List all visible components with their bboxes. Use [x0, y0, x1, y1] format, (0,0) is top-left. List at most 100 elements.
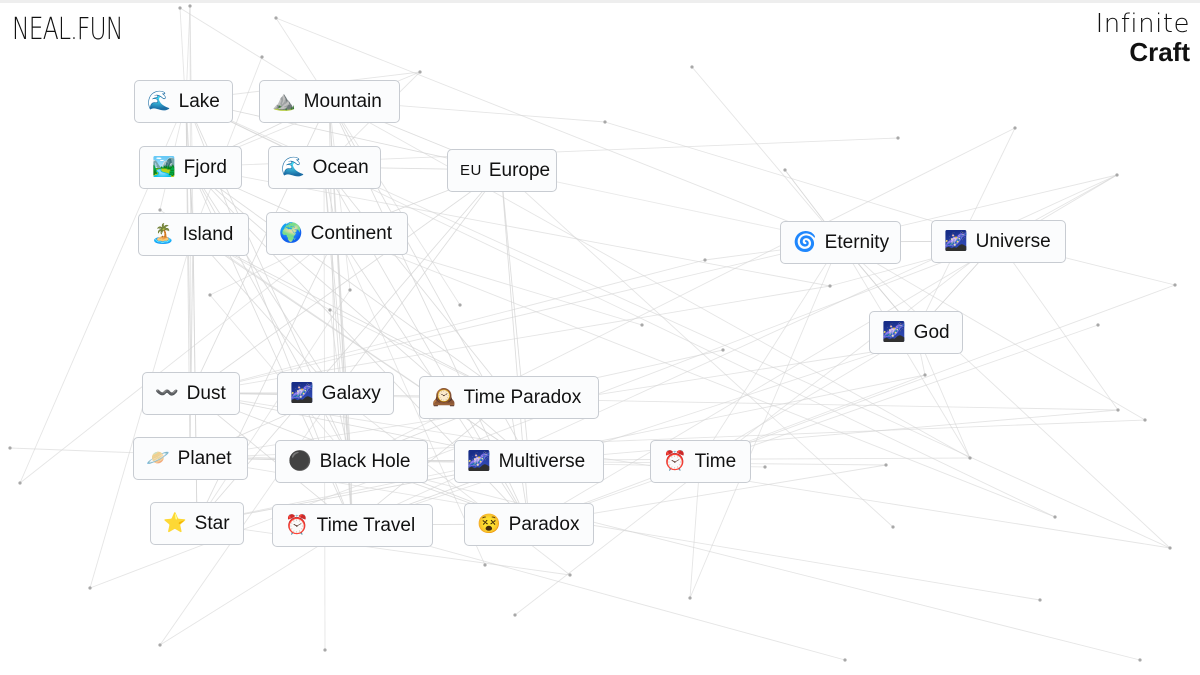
node-dot — [260, 55, 264, 59]
element-label: Island — [182, 223, 234, 245]
node-dot — [178, 6, 182, 10]
element-continent[interactable]: 🌍 Continent — [266, 212, 408, 255]
connection-line — [323, 166, 510, 398]
node-dot — [703, 258, 707, 262]
node-dot — [1013, 126, 1017, 130]
element-ocean[interactable]: 🌊 Ocean — [268, 146, 381, 189]
water-wave-icon: 🌊 — [147, 91, 171, 112]
connection-line — [839, 241, 1171, 549]
element-planet[interactable]: 🪐 Planet — [133, 437, 248, 480]
desert-island-icon: 🏝️ — [151, 224, 175, 245]
connection-line — [192, 233, 336, 394]
element-dust[interactable]: 〰️ Dust — [142, 372, 240, 415]
galaxy-icon: 🌌 — [944, 231, 968, 252]
globe-icon: 🌍 — [279, 223, 303, 244]
node-dot — [418, 70, 422, 74]
node-dot — [328, 308, 332, 312]
node-dot — [188, 4, 192, 8]
node-dot — [923, 373, 927, 377]
element-fjord[interactable]: 🏞️ Fjord — [139, 146, 242, 189]
water-wave-icon: 🌊 — [281, 157, 305, 178]
node-dot — [158, 208, 162, 212]
element-universe[interactable]: 🌌 Universe — [931, 220, 1066, 263]
node-dot — [640, 323, 644, 327]
galaxy-icon: 🌌 — [290, 383, 314, 404]
ringed-planet-icon: 🪐 — [146, 448, 170, 469]
node-dot — [1038, 598, 1042, 602]
node-dot — [843, 658, 847, 662]
element-label: Galaxy — [321, 382, 381, 404]
element-star[interactable]: ⭐ Star — [150, 502, 244, 545]
element-label: Multiverse — [498, 450, 586, 472]
node-dot — [513, 613, 517, 617]
element-label: Europe — [488, 159, 551, 181]
node-dot — [88, 586, 92, 590]
element-time-travel[interactable]: ⏰ Time Travel — [272, 504, 433, 547]
connection-line — [190, 174, 1118, 394]
node-dot — [1115, 173, 1119, 177]
node-dot — [568, 573, 572, 577]
node-dot — [1138, 658, 1142, 662]
cyclone-icon: 🌀 — [793, 232, 817, 253]
element-label: Ocean — [312, 156, 369, 178]
node-dot — [1096, 323, 1100, 327]
node-dot — [1053, 515, 1057, 519]
node-dot — [348, 288, 352, 292]
element-multiverse[interactable]: 🌌 Multiverse — [454, 440, 604, 483]
node-dot — [891, 525, 895, 529]
node-dot — [458, 303, 462, 307]
node-dot — [1116, 408, 1120, 412]
mountain-icon: ⛰️ — [272, 91, 296, 112]
star-icon: ⭐ — [163, 513, 187, 534]
connection-line — [689, 241, 841, 599]
node-dot — [603, 120, 607, 124]
element-label: Dust — [186, 382, 226, 404]
element-paradox[interactable]: 😵 Paradox — [464, 503, 594, 546]
node-dot — [323, 648, 327, 652]
black-hole-icon: ⚫ — [288, 451, 312, 472]
node-dot — [1168, 546, 1172, 550]
element-label: Paradox — [508, 513, 580, 535]
brand-craft: Craft — [1129, 37, 1190, 67]
element-label: Planet — [177, 447, 232, 469]
element-god[interactable]: 🌌 God — [869, 311, 963, 354]
node-dot — [688, 596, 692, 600]
connection-line — [275, 17, 841, 243]
node-dot — [18, 481, 22, 485]
galaxy-icon: 🌌 — [882, 322, 906, 343]
element-label: Mountain — [303, 90, 382, 112]
element-island[interactable]: 🏝️ Island — [138, 213, 249, 256]
node-dot — [968, 456, 972, 460]
galaxy-icon: 🌌 — [467, 451, 491, 472]
node-dot — [158, 643, 162, 647]
element-galaxy[interactable]: 🌌 Galaxy — [277, 372, 394, 415]
element-label: Universe — [975, 230, 1051, 252]
element-label: Time Travel — [316, 514, 416, 536]
fjord-landscape-icon: 🏞️ — [152, 157, 176, 178]
element-lake[interactable]: 🌊 Lake — [134, 80, 233, 123]
node-dot — [8, 446, 12, 450]
element-eternity[interactable]: 🌀 Eternity — [780, 221, 901, 264]
neal-fun-logo[interactable]: NEAL.FUN — [12, 12, 123, 47]
element-mountain[interactable]: ⛰️ Mountain — [259, 80, 400, 123]
element-label: Star — [194, 512, 230, 534]
element-time-paradox[interactable]: 🕰️ Time Paradox — [419, 376, 599, 419]
node-dot — [483, 563, 487, 567]
brand-infinite: Infinite — [1095, 9, 1190, 39]
node-dot — [1143, 418, 1147, 422]
node-dot — [721, 348, 725, 352]
node-dot — [274, 16, 278, 20]
node-dot — [783, 168, 787, 172]
element-label: Fjord — [183, 156, 227, 178]
wind-waves-icon: 〰️ — [155, 383, 179, 404]
node-dot — [828, 284, 832, 288]
element-black-hole[interactable]: ⚫ Black Hole — [275, 440, 428, 483]
element-label: Lake — [178, 90, 220, 112]
node-dot — [690, 65, 694, 69]
connection-line — [350, 460, 1141, 661]
element-label: Time — [694, 450, 737, 472]
node-dot — [1173, 283, 1177, 287]
element-time[interactable]: ⏰ Time — [650, 440, 751, 483]
mantel-clock-icon: 🕰️ — [432, 387, 456, 408]
element-europe[interactable]: EU Europe — [447, 149, 557, 192]
